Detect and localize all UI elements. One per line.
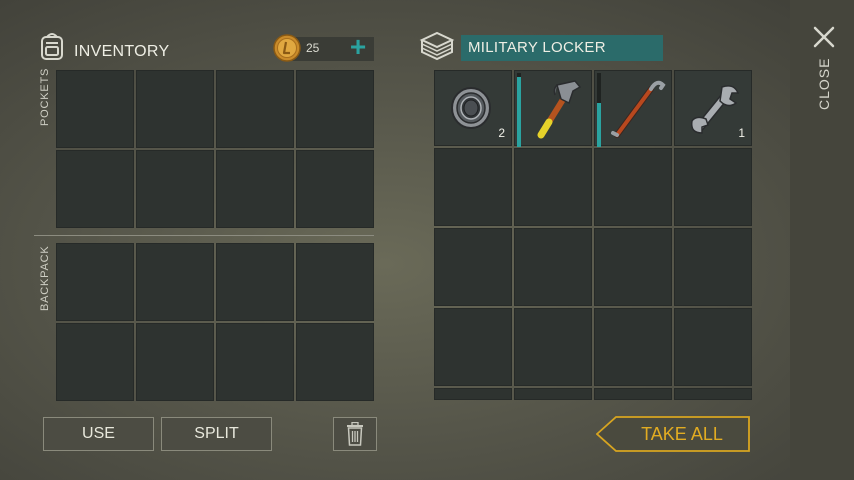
locker-slot[interactable] xyxy=(514,308,592,386)
use-button[interactable]: USE xyxy=(43,417,154,451)
backpack-slot[interactable] xyxy=(216,323,294,401)
pocket-slot[interactable] xyxy=(56,70,134,148)
locker-slot[interactable] xyxy=(514,148,592,226)
durability-bar xyxy=(597,73,601,147)
backpack-slot[interactable] xyxy=(296,243,374,321)
locker-slot[interactable] xyxy=(514,388,592,400)
backpack-icon xyxy=(41,33,63,60)
trash-icon xyxy=(347,422,363,446)
locker-slot[interactable] xyxy=(594,148,672,226)
backpack-slot[interactable] xyxy=(216,243,294,321)
pocket-slot[interactable] xyxy=(136,150,214,228)
backpack-slot[interactable] xyxy=(136,323,214,401)
inventory-title: INVENTORY xyxy=(74,43,170,60)
locker-slot[interactable] xyxy=(514,228,592,306)
close-label: CLOSE xyxy=(816,57,832,110)
pocket-slot[interactable] xyxy=(296,70,374,148)
locker-slot-bearing[interactable]: 2 xyxy=(434,70,512,146)
pocket-slot[interactable] xyxy=(296,150,374,228)
coin-icon xyxy=(273,34,301,62)
backpack-label: BACKPACK xyxy=(39,245,51,312)
durability-fill xyxy=(517,77,521,147)
locker-slot[interactable] xyxy=(674,308,752,386)
locker-slot[interactable] xyxy=(594,388,672,400)
backpack-slot[interactable] xyxy=(136,243,214,321)
pocket-slot[interactable] xyxy=(56,150,134,228)
close-button[interactable]: CLOSE xyxy=(808,20,840,120)
locker-icon xyxy=(419,31,455,61)
wrench-icon xyxy=(690,85,740,134)
locker-slot[interactable] xyxy=(434,228,512,306)
backpack-slot[interactable] xyxy=(56,243,134,321)
item-quantity: 1 xyxy=(738,126,745,140)
durability-fill xyxy=(597,103,601,147)
locker-slot[interactable] xyxy=(674,388,752,400)
crowbar-icon xyxy=(611,80,666,138)
locker-slot[interactable] xyxy=(674,148,752,226)
locker-slot[interactable] xyxy=(434,148,512,226)
durability-bar xyxy=(517,73,521,147)
pockets-label: POCKETS xyxy=(39,67,51,126)
locker-slot-hammer[interactable] xyxy=(514,70,592,147)
add-coins-button[interactable]: + xyxy=(344,30,372,64)
locker-slot[interactable] xyxy=(434,308,512,386)
take-all-button[interactable]: TAKE ALL xyxy=(596,416,750,452)
locker-slot-crowbar[interactable] xyxy=(594,70,672,147)
locker-slot[interactable] xyxy=(594,308,672,386)
locker-slot-wrench[interactable]: 1 xyxy=(674,70,752,146)
split-button[interactable]: SPLIT xyxy=(161,417,272,451)
container-title: MILITARY LOCKER xyxy=(461,35,663,61)
item-quantity: 2 xyxy=(498,126,505,140)
hammer-icon xyxy=(537,80,582,139)
locker-slot[interactable] xyxy=(594,228,672,306)
coin-amount: 25 xyxy=(306,41,320,55)
close-icon xyxy=(813,26,835,48)
locker-slot[interactable] xyxy=(674,228,752,306)
pocket-slot[interactable] xyxy=(216,70,294,148)
locker-slot[interactable] xyxy=(434,388,512,400)
bearing-icon xyxy=(451,87,491,129)
pocket-slot[interactable] xyxy=(136,70,214,148)
section-divider xyxy=(34,235,374,236)
backpack-slot[interactable] xyxy=(296,323,374,401)
pocket-slot[interactable] xyxy=(216,150,294,228)
take-all-label: TAKE ALL xyxy=(641,424,723,444)
trash-button[interactable] xyxy=(333,417,377,451)
backpack-slot[interactable] xyxy=(56,323,134,401)
